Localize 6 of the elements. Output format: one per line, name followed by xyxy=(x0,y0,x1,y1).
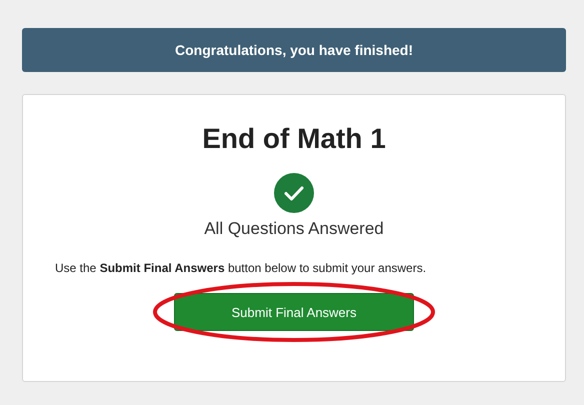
status-text: All Questions Answered xyxy=(204,219,384,239)
submit-button[interactable]: Submit Final Answers xyxy=(174,293,414,331)
congratulations-banner: Congratulations, you have finished! xyxy=(22,28,566,72)
check-icon xyxy=(274,173,314,213)
page-title: End of Math 1 xyxy=(202,123,386,155)
instruction-text: Use the Submit Final Answers button below to submit your answers. xyxy=(55,261,426,275)
